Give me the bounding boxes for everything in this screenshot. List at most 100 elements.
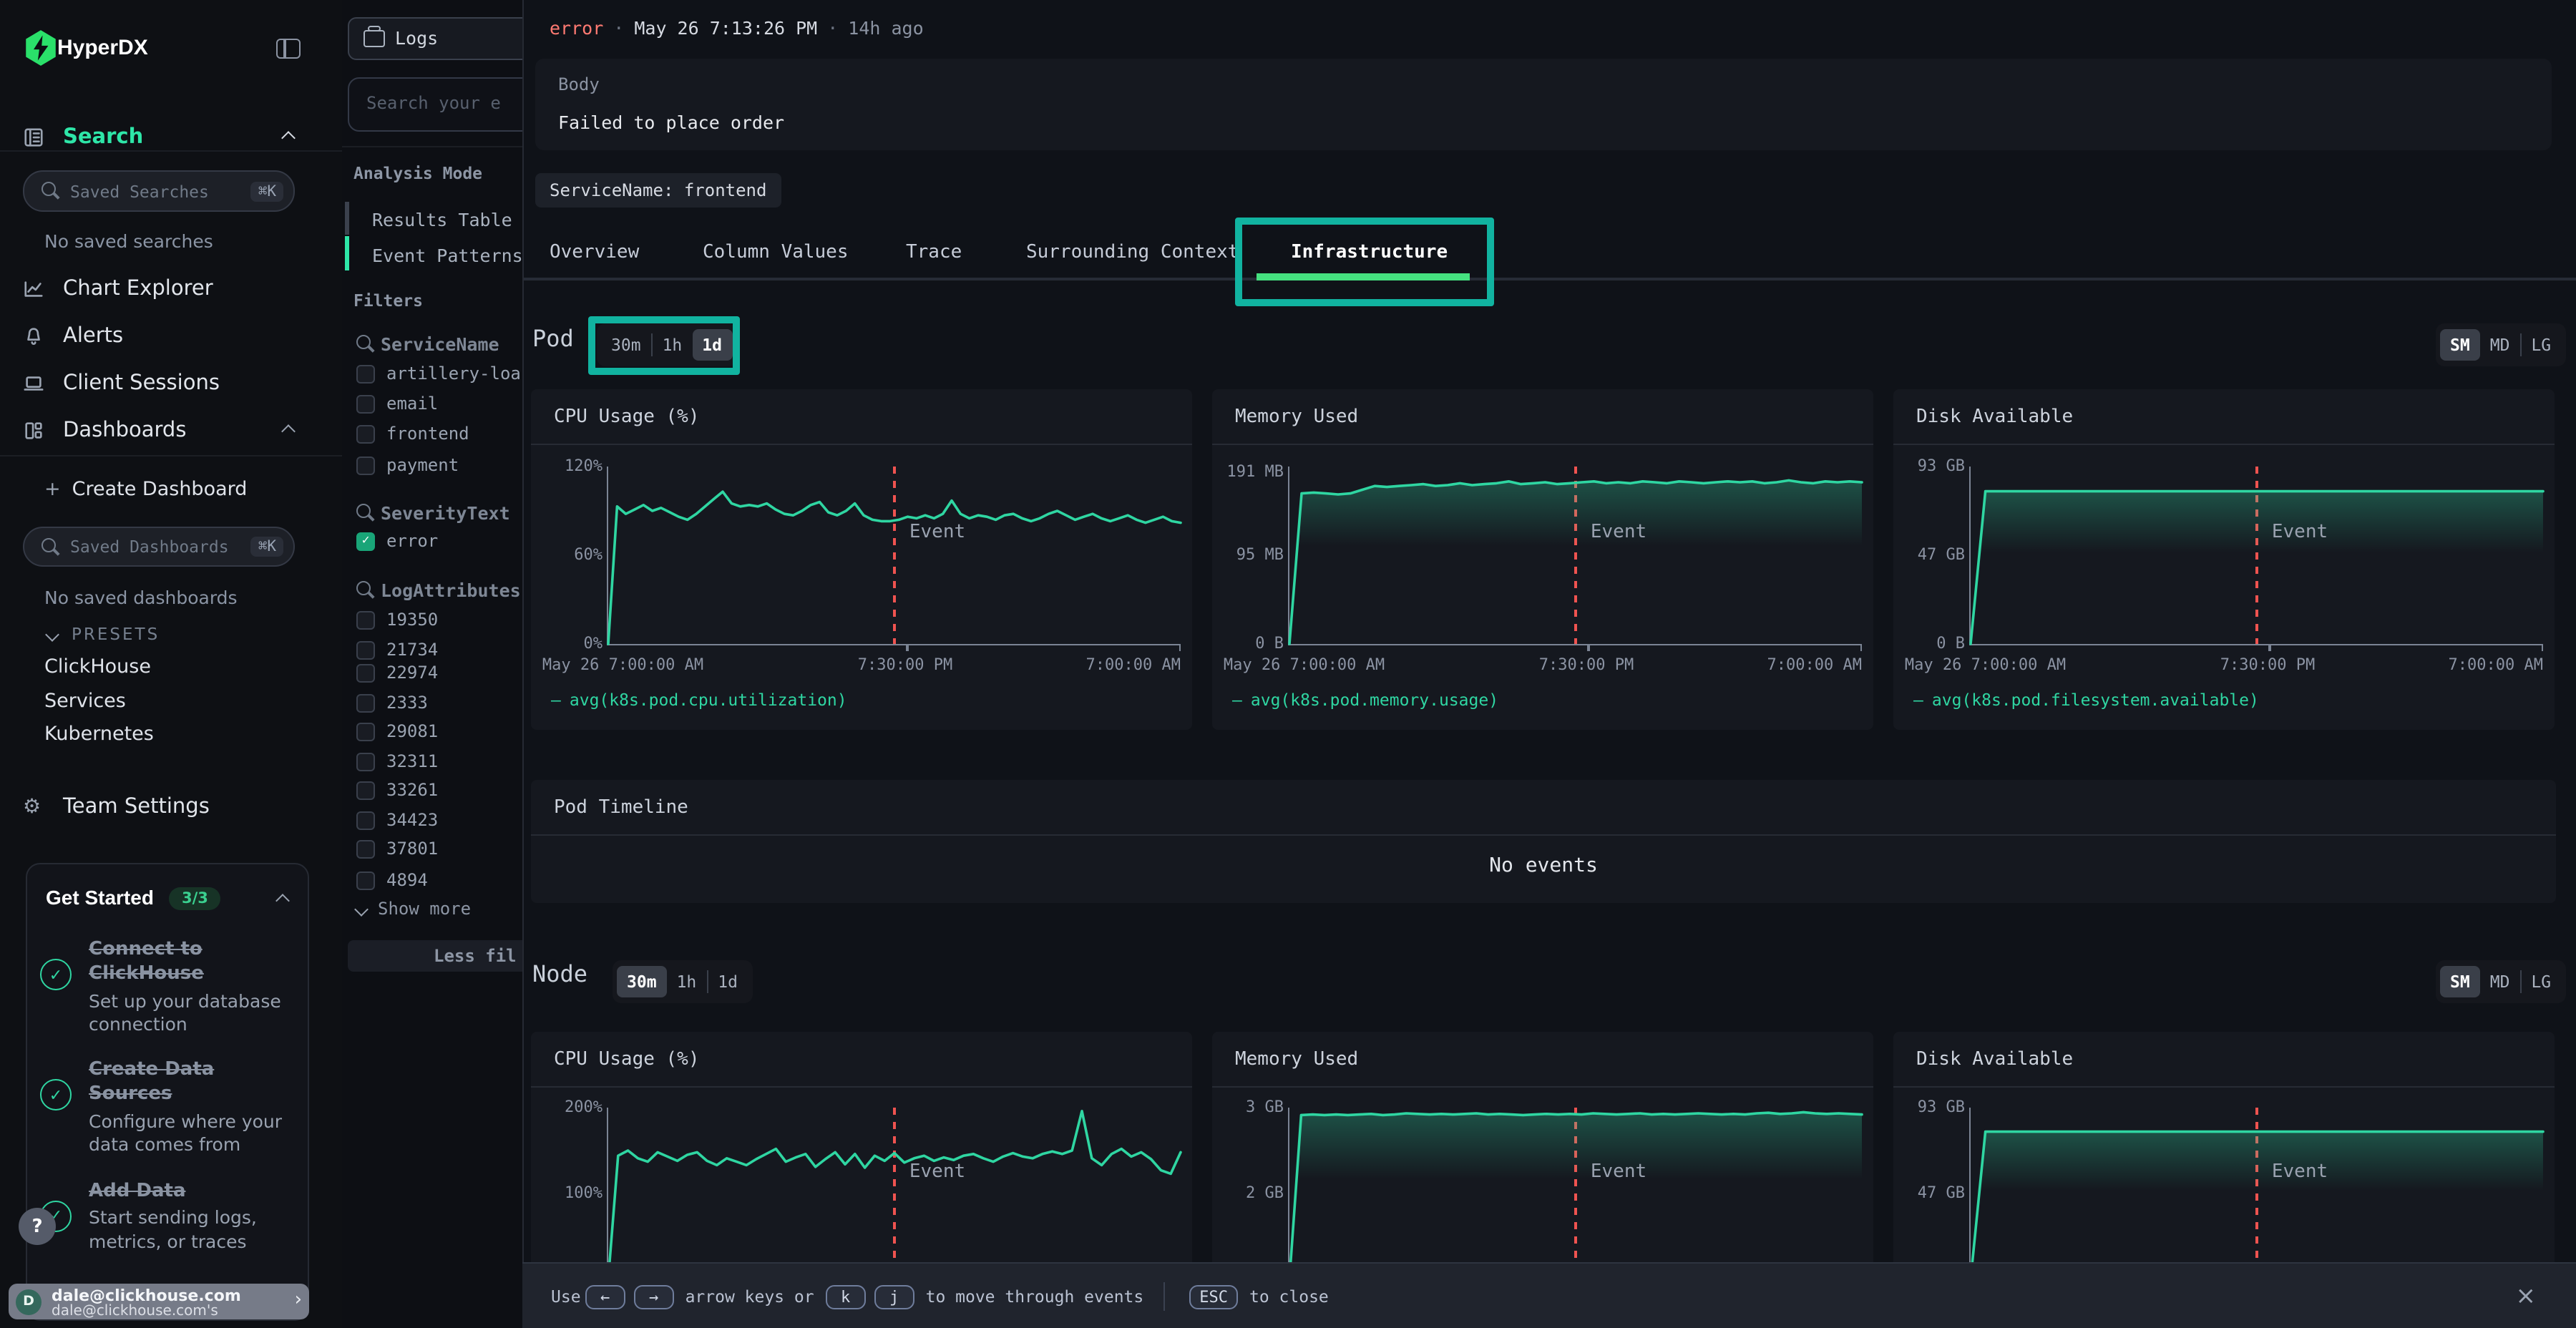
sidebar-item-dashboards[interactable]: Dashboards	[0, 411, 342, 451]
checkbox[interactable]	[356, 753, 375, 771]
checkbox[interactable]	[356, 425, 375, 444]
mode-event-patterns[interactable]: Event Patterns	[372, 245, 523, 266]
saved-searches-input[interactable]: Saved Searches ⌘K	[23, 170, 295, 212]
help-button[interactable]: ?	[19, 1208, 56, 1245]
checkbox[interactable]	[356, 694, 375, 713]
chart-plot[interactable]	[1969, 1108, 2543, 1279]
y-tick: 0%	[540, 635, 602, 653]
sidebar-item-chart-explorer[interactable]: Chart Explorer	[0, 269, 342, 309]
active-tab-underline	[1257, 273, 1470, 280]
mode-results-table[interactable]: Results Table	[372, 209, 512, 230]
filter-item[interactable]: 37801	[386, 839, 438, 859]
chart-plot[interactable]	[1288, 1108, 1862, 1279]
node-size-lg[interactable]: LG	[2521, 966, 2561, 997]
filter-item[interactable]: 22974	[386, 663, 438, 683]
filter-item[interactable]: payment	[386, 455, 459, 475]
tab-trace[interactable]: Trace	[906, 242, 962, 263]
tab-overview[interactable]: Overview	[550, 242, 639, 263]
preset-kubernetes[interactable]: Kubernetes	[44, 723, 154, 746]
get-started-item[interactable]: ✓ Add Data Start sending logs, metrics, …	[27, 1168, 308, 1265]
pod-range-30m[interactable]: 30m	[601, 329, 651, 361]
pod-size-sm[interactable]: SM	[2440, 329, 2480, 361]
tab-surrounding-context[interactable]: Surrounding Context	[1026, 242, 1239, 263]
saved-dashboards-input[interactable]: Saved Dashboards ⌘K	[23, 527, 295, 567]
checkbox[interactable]	[356, 781, 375, 800]
filter-item[interactable]: 29081	[386, 721, 438, 741]
y-tick: 0 B	[1221, 635, 1284, 653]
user-menu[interactable]: D dale@clickhouse.com dale@clickhouse.co…	[9, 1284, 309, 1319]
chart-plot[interactable]	[607, 1108, 1181, 1279]
tab-column-values[interactable]: Column Values	[703, 242, 849, 263]
progress-badge: 3/3	[169, 887, 221, 910]
divider	[0, 455, 342, 456]
get-started-item[interactable]: ✓ Connect to ClickHouse Set up your data…	[27, 927, 308, 1048]
filter-item[interactable]: 32311	[386, 751, 438, 771]
filter-item[interactable]: 21734	[386, 640, 438, 660]
tab-infrastructure[interactable]: Infrastructure	[1291, 242, 1448, 263]
checkbox[interactable]	[356, 641, 375, 660]
filter-item[interactable]: 2333	[386, 693, 428, 713]
body-label: Body	[558, 74, 600, 94]
node-size-md[interactable]: MD	[2480, 966, 2520, 997]
get-started-item-desc: Start sending logs, metrics, or traces	[89, 1207, 288, 1254]
filter-item[interactable]: artillery-loa	[386, 363, 521, 384]
service-name-chip[interactable]: ServiceName: frontend	[535, 173, 781, 208]
preset-services[interactable]: Services	[44, 690, 126, 713]
node-range-30m[interactable]: 30m	[617, 966, 667, 997]
chart-card-pod-disk: Disk Available 93 GB 47 GB 0 B Event May…	[1893, 389, 2555, 730]
node-range-1d[interactable]: 1d	[708, 966, 748, 997]
checkbox[interactable]	[356, 456, 375, 475]
create-dashboard-label: Create Dashboard	[72, 478, 248, 501]
search-icon	[42, 182, 56, 196]
filter-item[interactable]: 19350	[386, 610, 438, 630]
tabs-border	[524, 278, 2576, 280]
pod-range-1d[interactable]: 1d	[692, 329, 732, 361]
node-range-1h[interactable]: 1h	[667, 966, 707, 997]
create-dashboard-button[interactable]: +Create Dashboard	[44, 478, 247, 501]
filter-item[interactable]: 34423	[386, 810, 438, 830]
chart-plot[interactable]	[607, 467, 1181, 645]
pod-range-1h[interactable]: 1h	[653, 329, 693, 361]
filter-item-error[interactable]: error	[386, 531, 438, 551]
pod-size-md[interactable]: MD	[2480, 329, 2520, 361]
brand-title: HyperDX	[57, 36, 148, 60]
chevron-up-icon[interactable]	[275, 894, 290, 908]
get-started-item[interactable]: ✓ Create Data Sources Configure where yo…	[27, 1048, 308, 1169]
checkbox[interactable]	[356, 811, 375, 830]
filter-item[interactable]: frontend	[386, 424, 469, 444]
checkbox[interactable]	[356, 664, 375, 683]
checkbox[interactable]	[356, 395, 375, 414]
chart-title: Memory Used	[1235, 1049, 1358, 1070]
chart-legend: —avg(k8s.pod.cpu.utilization)	[551, 690, 847, 710]
kbd-shortcut-badge: ⌘K	[251, 537, 283, 557]
pod-size-toggle: SM MD LG	[2436, 323, 2565, 366]
pod-size-lg[interactable]: LG	[2521, 329, 2561, 361]
node-size-sm[interactable]: SM	[2440, 966, 2480, 997]
sidebar-item-label: Team Settings	[63, 796, 210, 819]
checkbox[interactable]	[356, 723, 375, 741]
get-started-item-title: Connect to ClickHouse	[89, 939, 288, 987]
sidebar-item-alerts[interactable]: Alerts	[0, 316, 342, 356]
sidebar-item-client-sessions[interactable]: Client Sessions	[0, 363, 342, 404]
checkbox[interactable]	[356, 872, 375, 890]
sidebar-item-team-settings[interactable]: ⚙ Team Settings	[0, 787, 342, 827]
close-icon[interactable]: ×	[2516, 1282, 2537, 1311]
event-search-placeholder: Search your e	[366, 93, 501, 113]
preset-clickhouse[interactable]: ClickHouse	[44, 655, 151, 678]
checkbox-checked[interactable]: ✓	[356, 532, 375, 551]
no-saved-searches-note: No saved searches	[44, 230, 213, 252]
checkbox[interactable]	[356, 611, 375, 630]
chart-plot[interactable]	[1288, 467, 1862, 645]
event-detail-panel: error·May 26 7:13:26 PM·14h ago Body Fai…	[522, 0, 2576, 1328]
filter-item[interactable]: 33261	[386, 780, 438, 800]
filter-item[interactable]: 4894	[386, 870, 428, 890]
checkbox[interactable]	[356, 840, 375, 859]
presets-label: PRESETS	[72, 624, 160, 644]
checkbox[interactable]	[356, 365, 375, 384]
sidebar-collapse-icon[interactable]	[276, 39, 301, 59]
filter-group-logattributes: LogAttributes	[381, 580, 521, 601]
chart-plot[interactable]	[1969, 467, 2543, 645]
filter-item[interactable]: email	[386, 394, 438, 414]
chart-legend: —avg(k8s.pod.memory.usage)	[1232, 690, 1498, 710]
event-marker-label: Event	[909, 522, 965, 543]
